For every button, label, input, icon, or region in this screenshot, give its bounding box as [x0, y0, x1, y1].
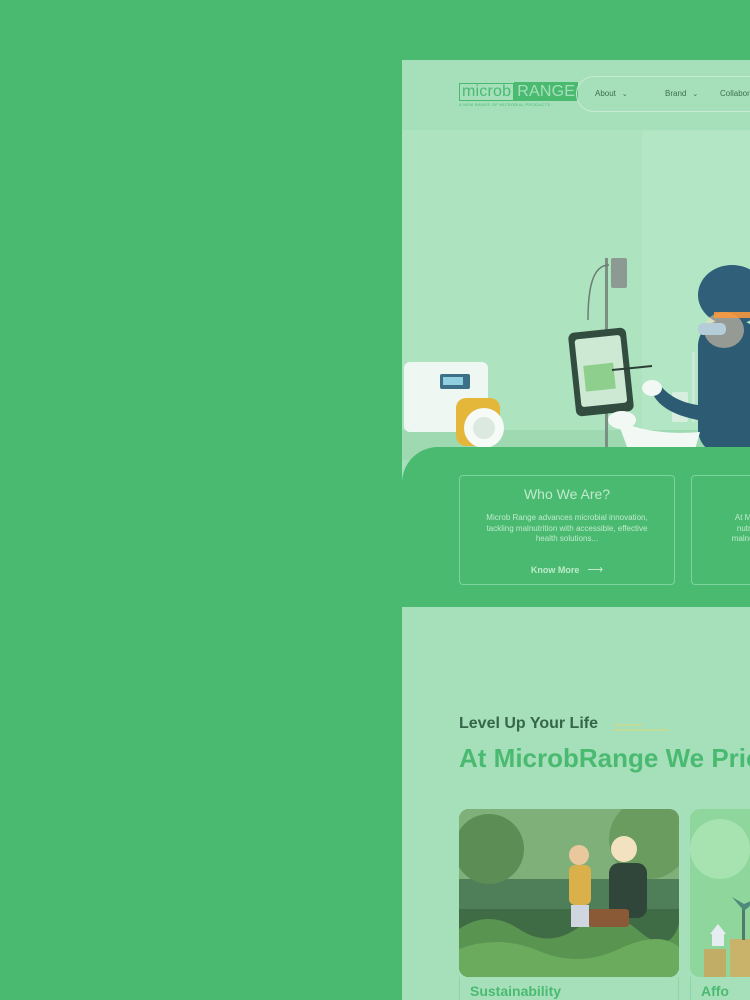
know-more-label: Know More: [530, 565, 580, 575]
card-description-partial: At Mic nutra malnutri: [716, 513, 750, 545]
logo-wordmark: microb RANGE: [459, 82, 579, 101]
arrow-right-icon: ⟶: [587, 564, 604, 576]
card-title: Sustainability: [470, 983, 562, 999]
chevron-down-icon: ⌄: [621, 91, 628, 98]
sustainability-image[interactable]: [459, 809, 679, 977]
nav-item-about[interactable]: About ⌄: [595, 89, 628, 98]
card-title: Affo: [701, 983, 729, 999]
nav-label-about: About: [595, 89, 616, 98]
mission-card: At Mic nutra malnutri: [691, 475, 750, 585]
card-description: Microb Range advances microbial innovati…: [486, 513, 648, 543]
logo-tagline: A NEW RANGE OF MICROBIAL PRODUCTS: [459, 102, 551, 107]
section-headline: At MicrobRange We Prio: [459, 743, 750, 773]
logo-part-range: RANGE: [514, 82, 579, 101]
affordability-image[interactable]: [690, 809, 750, 977]
nav-label-brand: Brand: [665, 89, 687, 98]
section-kicker: Level Up Your Life: [459, 715, 598, 732]
decorative-lines: [613, 724, 669, 731]
main-nav: About ⌄ Brand ⌄ Collaborat: [576, 76, 750, 112]
affordability-card-body[interactable]: Affo: [690, 977, 750, 1000]
logo-part-microb: microb: [459, 82, 515, 101]
coins-savings-photo: [690, 809, 750, 977]
lab-scientist-illustration: [402, 130, 750, 460]
know-more-link[interactable]: Know More ⟶: [460, 563, 674, 576]
nav-item-collaborate[interactable]: Collaborat: [720, 89, 750, 98]
text-line: At Mic: [734, 513, 750, 522]
logo[interactable]: microb RANGE A NEW RANGE OF MICROBIAL PR…: [459, 82, 579, 107]
nav-label-collaborate: Collaborat: [720, 89, 750, 98]
sustainability-card-body[interactable]: Sustainability: [459, 977, 679, 1000]
text-line: malnutri: [731, 534, 750, 543]
garden-family-photo: [459, 809, 679, 977]
card-title: Who We Are?: [523, 486, 611, 502]
website-page: microb RANGE A NEW RANGE OF MICROBIAL PR…: [402, 60, 750, 1000]
info-band: Who We Are? Microb Range advances microb…: [402, 447, 750, 607]
hero-image: [402, 130, 750, 460]
nav-item-brand[interactable]: Brand ⌄: [665, 89, 698, 98]
who-we-are-card: Who We Are? Microb Range advances microb…: [459, 475, 675, 585]
chevron-down-icon: ⌄: [692, 91, 699, 98]
site-header: microb RANGE A NEW RANGE OF MICROBIAL PR…: [402, 60, 750, 130]
text-line: nutra: [736, 523, 750, 533]
